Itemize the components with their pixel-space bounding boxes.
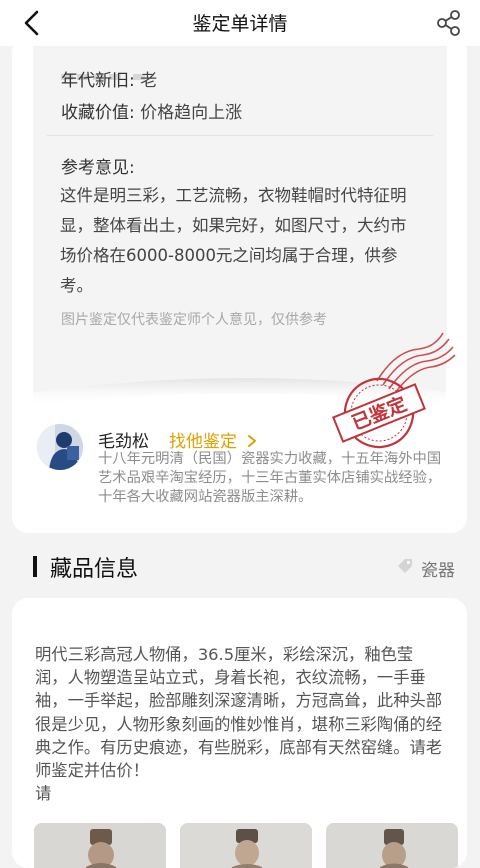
divider <box>47 135 433 136</box>
field-value: 老 <box>140 71 158 91</box>
share-button[interactable] <box>436 9 462 37</box>
disclaimer: 图片鉴定仅代表鉴定师个人意见，仅供参考 <box>61 312 327 328</box>
opinion-label: 参考意见: <box>61 158 135 178</box>
field-value: 价格趋向上涨 <box>140 103 243 123</box>
field-collection-value: 收藏价值: 价格趋向上涨 <box>61 98 242 123</box>
expert-name[interactable]: 毛劲松 <box>98 427 149 452</box>
field-label: 年代新旧: <box>61 71 135 91</box>
expert-bio: 十八年元明清（民国）瓷器实力收藏，十五年海外中国艺术品艰辛淘宝经历，十三年古董实… <box>98 451 442 505</box>
find-expert-label: 找他鉴定 <box>169 432 237 452</box>
field-age: 年代新旧: 老 <box>61 66 157 91</box>
item-photo-1[interactable] <box>34 823 166 868</box>
appraisal-card: 年代新旧: 老 收藏价值: 价格趋向上涨 参考意见: 这件是明三彩，工艺流畅，衣… <box>12 36 467 533</box>
opinion-text: 这件是明三彩，工艺流畅，衣物鞋帽时代特征明显，整体看出土，如果完好，如图尺寸，大… <box>60 186 407 295</box>
figurine-photo <box>34 823 166 868</box>
figurine-photo <box>180 823 312 868</box>
avatar-photo <box>37 424 83 470</box>
item-photo-3[interactable] <box>326 823 458 868</box>
page-title: 鉴定单详情 <box>192 13 288 35</box>
item-card: 明代三彩高冠人物俑，36.5厘米，彩绘深沉，釉色莹润，人物塑造呈站立式，身着长袍… <box>12 598 467 868</box>
share-icon <box>437 10 460 36</box>
section-title: 藏品信息 <box>50 557 139 582</box>
section-accent-bar <box>33 556 37 577</box>
appraised-stamp: 已鉴定 <box>332 332 456 449</box>
item-photo-2[interactable] <box>180 823 312 868</box>
top-bar: 鉴定单详情 <box>0 0 480 46</box>
tag-icon <box>398 559 412 573</box>
item-description: 明代三彩高冠人物俑，36.5厘米，彩绘深沉，釉色莹润，人物塑造呈站立式，身着长袍… <box>35 645 443 804</box>
find-expert-link[interactable]: 找他鉴定 <box>169 427 258 452</box>
field-label: 收藏价值: <box>61 103 135 123</box>
category-label: 瓷器 <box>421 561 455 581</box>
chevron-right-icon <box>248 435 257 447</box>
figurine-photo <box>326 823 458 868</box>
expert-avatar[interactable] <box>37 424 83 470</box>
